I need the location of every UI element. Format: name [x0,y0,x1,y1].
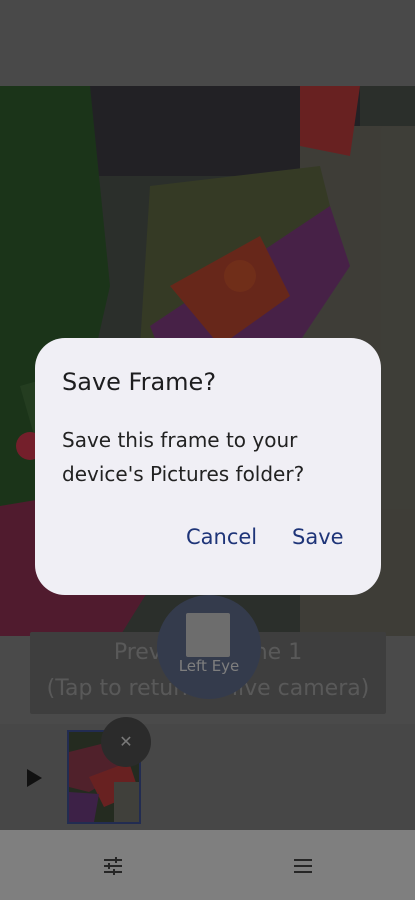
dialog-message-line1: Save this frame to your [62,428,298,452]
save-frame-dialog: Save Frame? Save this frame to your devi… [35,338,381,595]
dialog-title: Save Frame? [62,368,217,396]
save-button[interactable]: Save [292,525,344,549]
sliders-icon[interactable] [101,854,125,878]
dialog-message-line2: device's Pictures folder? [62,462,305,486]
menu-icon[interactable] [291,854,315,878]
dialog-message: Save this frame to your device's Picture… [62,423,362,491]
bottom-nav [0,830,415,900]
cancel-button[interactable]: Cancel [186,525,257,549]
